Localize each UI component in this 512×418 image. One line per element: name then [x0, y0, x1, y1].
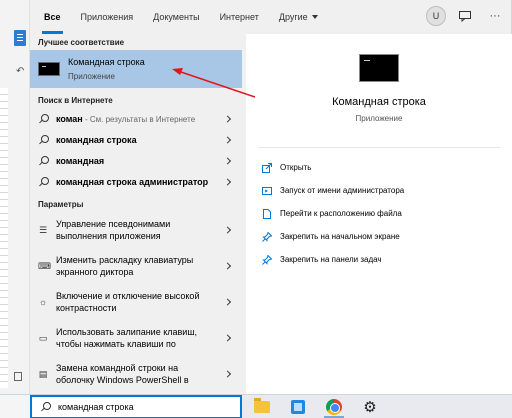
settings-item[interactable]: ⌨ Изменить раскладку клавиатуры экранного… — [30, 248, 242, 284]
action-run-as-admin[interactable]: Запуск от имени администратора — [262, 179, 404, 202]
settings-icon[interactable]: ⚙ — [358, 396, 382, 418]
chevron-down-icon — [311, 15, 318, 19]
brightness-icon: ☼ — [38, 297, 48, 307]
user-avatar[interactable]: U — [426, 6, 446, 26]
web-search-header: Поиск в Интернете — [38, 95, 113, 105]
best-match-item[interactable]: Командная строка Приложение — [30, 50, 242, 88]
search-panel: Все Приложения Документы Интернет Другие… — [30, 0, 512, 394]
taskbar: ⚙ — [0, 394, 512, 418]
undo-icon: ↶ — [16, 66, 25, 77]
settings-item[interactable]: ☰ Управление псевдонимами выполнения прил… — [30, 212, 242, 248]
feedback-icon[interactable] — [454, 6, 476, 26]
chevron-right-icon[interactable] — [223, 226, 232, 234]
chevron-right-icon[interactable] — [223, 334, 232, 342]
search-icon — [38, 155, 49, 166]
start-button-area[interactable] — [0, 395, 30, 418]
action-pin-to-taskbar[interactable]: Закрепить на панели задач — [262, 248, 404, 271]
action-open-file-location[interactable]: Перейти к расположению файла — [262, 202, 404, 225]
chevron-right-icon[interactable] — [223, 177, 232, 186]
taskbar-icons: ⚙ — [250, 395, 382, 418]
web-result-item[interactable]: командная строка администратор — [30, 171, 242, 192]
document-icon — [14, 30, 26, 46]
pin-start-icon — [262, 231, 273, 242]
admin-icon — [262, 186, 272, 196]
detail-title: Командная строка — [332, 96, 426, 108]
pin-taskbar-icon — [262, 254, 273, 265]
tab-apps[interactable]: Приложения — [71, 0, 144, 34]
results-list: Лучшее соответствие Командная строка При… — [30, 34, 242, 394]
file-location-icon — [262, 208, 272, 219]
narrator-icon: ⌨ — [38, 261, 51, 271]
search-tabs: Все Приложения Документы Интернет Другие… — [30, 0, 512, 34]
list-icon: ☰ — [38, 225, 48, 235]
web-result-item[interactable]: коман - См. результаты в Интернете — [30, 108, 242, 129]
taskbar-settings-icon: ▤ — [38, 369, 48, 379]
detail-subtitle: Приложение — [355, 114, 403, 123]
web-result-item[interactable]: командная строка — [30, 129, 242, 150]
cmd-icon — [38, 62, 60, 76]
search-icon — [38, 113, 49, 124]
chevron-right-icon[interactable] — [223, 298, 232, 306]
open-icon — [262, 162, 272, 173]
detail-pane: Командная строка Приложение Открыть Запу… — [246, 34, 512, 394]
tab-all[interactable]: Все — [34, 0, 71, 34]
ruler — [0, 88, 8, 388]
best-match-header: Лучшее соответствие — [38, 37, 125, 47]
settings-item[interactable]: ▤ Замена командной строки на оболочку Win… — [30, 356, 242, 392]
best-match-subtitle: Приложение — [68, 72, 115, 81]
chevron-right-icon[interactable] — [223, 156, 232, 165]
file-explorer-icon[interactable] — [250, 396, 274, 418]
keyboard-icon: ▭ — [38, 333, 48, 343]
web-result-item[interactable]: командная — [30, 150, 242, 171]
chrome-icon[interactable] — [322, 396, 346, 418]
divider — [258, 147, 500, 148]
page-icon — [14, 372, 22, 381]
best-match-title: Командная строка — [68, 57, 145, 67]
chevron-right-icon[interactable] — [223, 114, 232, 123]
settings-item[interactable]: ☼ Включение и отключение высокой контраст… — [30, 284, 242, 320]
background-app-window: ↶ — [0, 0, 30, 394]
more-icon[interactable]: ··· — [484, 6, 506, 26]
tab-documents[interactable]: Документы — [143, 0, 209, 34]
search-input[interactable] — [58, 402, 238, 412]
action-open[interactable]: Открыть — [262, 156, 404, 179]
chevron-right-icon[interactable] — [223, 370, 232, 378]
cmd-icon — [359, 54, 399, 82]
tab-tools: U ··· — [426, 6, 506, 26]
tab-more[interactable]: Другие — [269, 0, 328, 34]
actions-list: Открыть Запуск от имени администратора П… — [262, 156, 404, 271]
settings-header: Параметры — [38, 199, 84, 209]
search-icon — [40, 402, 51, 412]
chevron-right-icon[interactable] — [223, 135, 232, 144]
chevron-right-icon[interactable] — [223, 262, 232, 270]
search-icon — [38, 176, 49, 187]
settings-item[interactable]: ▭ Использовать залипание клавиш, чтобы на… — [30, 320, 242, 356]
search-icon — [38, 134, 49, 145]
action-pin-to-start[interactable]: Закрепить на начальном экране — [262, 225, 404, 248]
taskbar-search-box[interactable] — [30, 395, 242, 418]
store-icon[interactable] — [286, 396, 310, 418]
tab-web[interactable]: Интернет — [210, 0, 269, 34]
